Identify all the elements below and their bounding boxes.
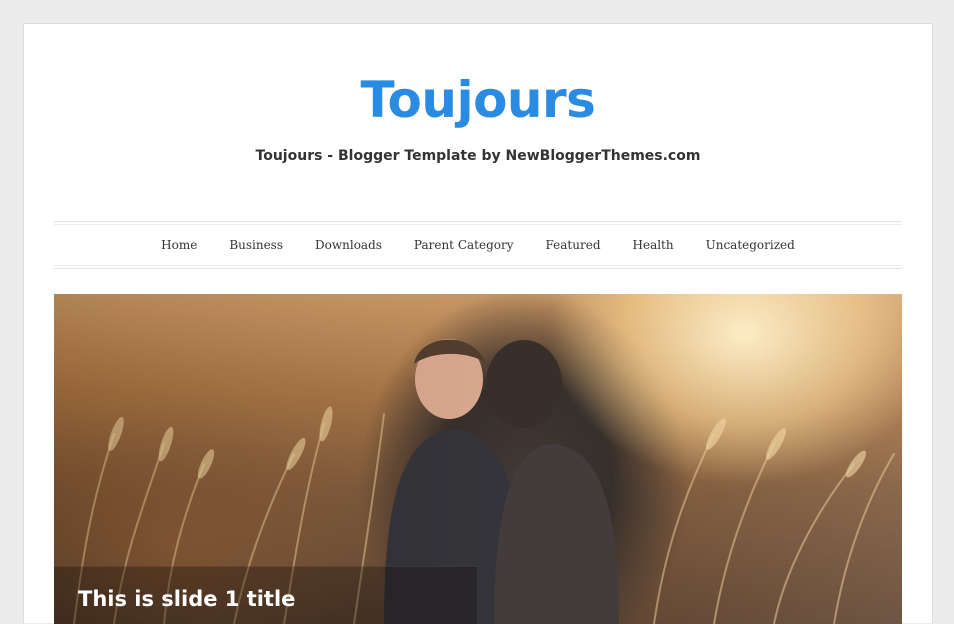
nav-item-health[interactable]: Health bbox=[617, 222, 690, 268]
nav-item-featured[interactable]: Featured bbox=[530, 222, 617, 268]
featured-slider[interactable]: This is slide 1 title bbox=[54, 294, 902, 624]
nav-item-downloads[interactable]: Downloads bbox=[299, 222, 398, 268]
nav-menu: Home Business Downloads Parent Category … bbox=[54, 222, 902, 268]
site-tagline: Toujours - Blogger Template by NewBlogge… bbox=[255, 148, 701, 164]
nav-item-parent-category[interactable]: Parent Category bbox=[398, 222, 530, 268]
main-navigation: Home Business Downloads Parent Category … bbox=[54, 221, 902, 269]
nav-item-business[interactable]: Business bbox=[213, 222, 299, 268]
nav-item-home[interactable]: Home bbox=[145, 222, 213, 268]
slide-caption: This is slide 1 title bbox=[54, 566, 478, 624]
slide-title-link[interactable]: This is slide 1 title bbox=[78, 587, 295, 611]
nav-item-uncategorized[interactable]: Uncategorized bbox=[690, 222, 811, 268]
site-title-link[interactable]: Toujours bbox=[24, 68, 932, 132]
page-container: Toujours Toujours - Blogger Template by … bbox=[23, 23, 933, 624]
